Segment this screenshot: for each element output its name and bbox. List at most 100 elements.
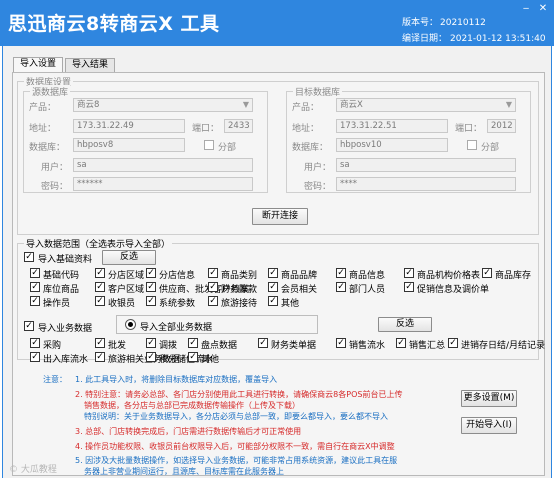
basic-item-checkbox-4[interactable]: ✓ [268, 268, 278, 278]
business-item-label-1: 批发 [108, 341, 127, 351]
target-port-field[interactable]: 2012 [487, 119, 516, 133]
source-user-field[interactable]: sa [73, 158, 253, 172]
minimize-icon[interactable]: ‒ [518, 3, 534, 14]
business-item-label-7: 进销存日结/月结记录 [461, 341, 546, 351]
compile-info: 编译日期： 2021-01-12 13:51:40 [402, 31, 546, 44]
basic-item-checkbox-6[interactable]: ✓ [404, 268, 414, 278]
basic-item-checkbox-11[interactable]: ✓ [208, 282, 218, 292]
basic-item-checkbox-9[interactable]: ✓ [95, 282, 105, 292]
basic-item-label-18: 旅游接待 [221, 299, 258, 309]
source-product-value: 商云8 [77, 100, 100, 110]
source-password-label: 密码： [41, 182, 69, 192]
target-user-field[interactable]: sa [336, 158, 516, 172]
business-radio-box: 导入全部业务数据 [116, 315, 318, 334]
basic-item-checkbox-3[interactable]: ✓ [208, 268, 218, 278]
business-item-checkbox-3[interactable]: ✓ [188, 338, 198, 348]
import-scope-legend: 导入数据范围（全选表示导入全部） [24, 237, 173, 250]
basic-item-checkbox-1[interactable]: ✓ [95, 268, 105, 278]
business-item-checkbox-8[interactable]: ✓ [30, 352, 40, 362]
source-address-field[interactable]: 173.31.22.49 [73, 119, 185, 133]
target-database-label: 数据库： [292, 143, 329, 153]
basic-item-label-8: 库位商品 [43, 285, 80, 295]
business-item-checkbox-9[interactable]: ✓ [95, 352, 105, 362]
target-password-label: 密码： [304, 182, 332, 192]
close-icon[interactable]: ✕ [535, 3, 551, 14]
tab-import-results[interactable]: 导入结果 [65, 58, 116, 72]
business-item-label-4: 财务类单据 [271, 341, 317, 351]
business-item-checkbox-6[interactable]: ✓ [396, 338, 406, 348]
version-info: 版本号： 20210112 [402, 15, 486, 28]
version-value: 20210112 [440, 18, 486, 28]
note-3: 3. 总部、门店转换完成后，门店需进行数据传输后才可正常使用 [75, 427, 302, 436]
basic-item-checkbox-10[interactable]: ✓ [146, 282, 156, 292]
business-item-checkbox-5[interactable]: ✓ [336, 338, 346, 348]
basic-item-label-12: 会员相关 [281, 285, 318, 295]
source-db-group: 源数据库 产品： 商云8 ▼ 地址： 173.31.22.49 端口： 2433 … [23, 85, 268, 193]
note-4: 4. 操作员功能权限、收银员前台权限导入后，可能部分权限不一致，需自行在商云X中… [75, 442, 395, 451]
source-password-field[interactable]: ****** [73, 177, 253, 191]
basic-item-checkbox-17[interactable]: ✓ [146, 296, 156, 306]
target-address-label: 地址： [292, 124, 320, 134]
basic-item-label-15: 操作员 [43, 299, 71, 309]
business-item-label-2: 调拨 [159, 341, 178, 351]
basic-item-checkbox-8[interactable]: ✓ [30, 282, 40, 292]
source-product-select[interactable]: 商云8 ▼ [73, 98, 253, 112]
target-product-select[interactable]: 商云X ▼ [336, 98, 516, 112]
business-item-label-6: 销售汇总 [409, 341, 446, 351]
basic-item-label-1: 分店区域 [108, 271, 145, 281]
basic-item-checkbox-0[interactable]: ✓ [30, 268, 40, 278]
business-item-checkbox-7[interactable]: ✓ [448, 338, 458, 348]
target-address-field[interactable]: 173.31.22.51 [336, 119, 448, 133]
start-import-button[interactable]: 开始导入(I) [461, 417, 517, 434]
business-invert-button[interactable]: 反选 [378, 317, 432, 332]
target-password-field[interactable]: **** [336, 177, 516, 191]
import-all-business-radio[interactable] [125, 319, 136, 330]
note-5b: 务器上非营业期间运行，且源库、目标库需在此服务器上 [84, 467, 284, 476]
target-port-label: 端口： [455, 124, 483, 134]
basic-item-checkbox-12[interactable]: ✓ [268, 282, 278, 292]
tab-import-settings[interactable]: 导入设置 [13, 57, 64, 72]
disconnect-button[interactable]: 断开连接 [252, 208, 308, 225]
basic-item-checkbox-18[interactable]: ✓ [208, 296, 218, 306]
basic-item-checkbox-13[interactable]: ✓ [336, 282, 346, 292]
basic-item-checkbox-7[interactable]: ✓ [482, 268, 492, 278]
main-window: 导入设置 导入结果 数据库设置 源数据库 产品： 商云8 ▼ 地址： 173.31… [2, 46, 552, 478]
basic-item-label-14: 促销信息及调价单 [417, 285, 490, 295]
basic-item-label-7: 商品库存 [495, 271, 532, 281]
target-database-field[interactable]: hbposv10 [336, 138, 448, 152]
basic-item-checkbox-19[interactable]: ✓ [268, 296, 278, 306]
basic-item-checkbox-14[interactable]: ✓ [404, 282, 414, 292]
source-user-label: 用户： [41, 163, 69, 173]
db-settings-group: 数据库设置 源数据库 产品： 商云8 ▼ 地址： 173.31.22.49 端口：… [17, 75, 539, 235]
source-address-label: 地址： [29, 124, 57, 134]
business-item-checkbox-4[interactable]: ✓ [258, 338, 268, 348]
import-all-business-label: 导入全部业务数据 [140, 323, 213, 333]
basic-item-checkbox-2[interactable]: ✓ [146, 268, 156, 278]
note-prefix: 注意： [43, 375, 67, 384]
basic-data-checkbox[interactable]: ✓ [24, 252, 34, 262]
watermark: © 大瓜教程 [9, 465, 57, 475]
basic-item-label-16: 收银员 [108, 299, 136, 309]
business-item-checkbox-11[interactable]: ✓ [188, 352, 198, 362]
business-item-checkbox-1[interactable]: ✓ [95, 338, 105, 348]
basic-invert-button[interactable]: 反选 [102, 250, 156, 265]
basic-item-checkbox-15[interactable]: ✓ [30, 296, 40, 306]
source-partition-checkbox[interactable] [204, 140, 214, 150]
basic-data-label: 导入基础资料 [38, 255, 93, 265]
target-partition-checkbox[interactable] [467, 140, 477, 150]
business-data-checkbox[interactable]: ✓ [24, 321, 34, 331]
basic-item-label-2: 分店信息 [159, 271, 196, 281]
app-title: 思迅商云8转商云X 工具 [8, 13, 220, 35]
version-label: 版本号： [402, 18, 439, 28]
business-item-checkbox-0[interactable]: ✓ [30, 338, 40, 348]
note-2b: 销售数据，各分店与总部已完成数据传输操作（上传及下载） [84, 401, 300, 410]
source-database-field[interactable]: hbposv8 [73, 138, 185, 152]
business-item-checkbox-2[interactable]: ✓ [146, 338, 156, 348]
source-port-field[interactable]: 2433 [224, 119, 253, 133]
business-item-checkbox-10[interactable]: ✓ [146, 352, 156, 362]
basic-item-label-11: 财务账款 [221, 285, 258, 295]
more-settings-button[interactable]: 更多设置(M) [461, 390, 517, 407]
business-item-label-8: 出入库流水 [43, 355, 89, 365]
basic-item-checkbox-16[interactable]: ✓ [95, 296, 105, 306]
basic-item-checkbox-5[interactable]: ✓ [336, 268, 346, 278]
